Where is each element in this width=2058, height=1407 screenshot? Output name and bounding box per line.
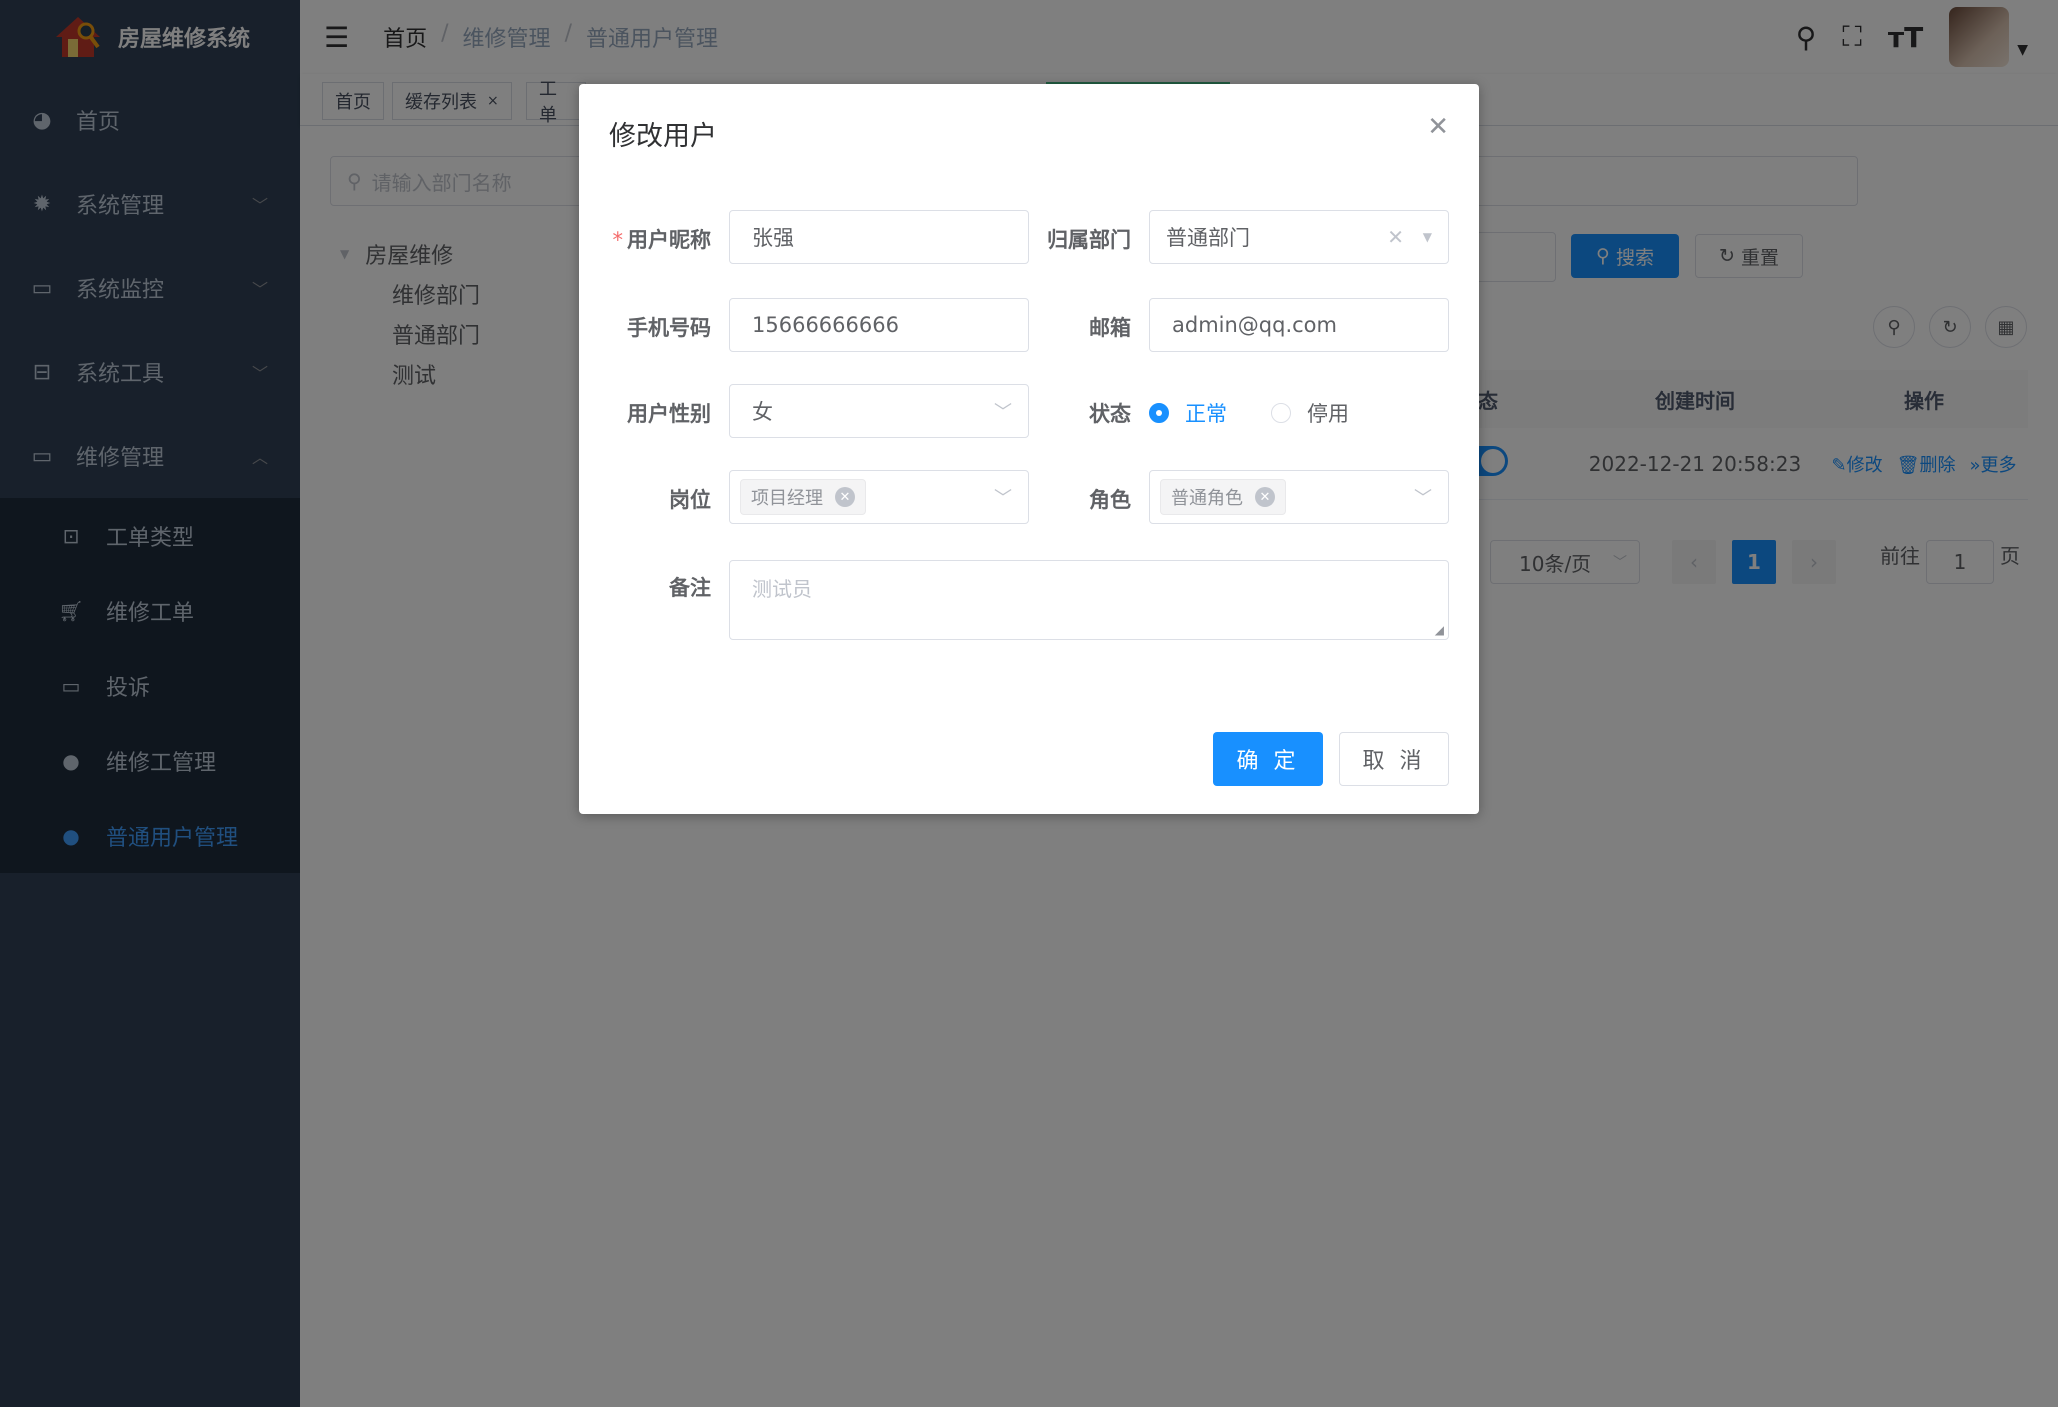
chevron-down-icon: ﹀ bbox=[1414, 488, 1432, 509]
remark-label: 备注 bbox=[669, 576, 711, 600]
tag-close-icon[interactable]: ✕ bbox=[835, 487, 855, 507]
nickname-value: 张强 bbox=[752, 226, 794, 250]
post-label: 岗位 bbox=[669, 488, 711, 512]
dept-label: 归属部门 bbox=[1047, 228, 1131, 252]
confirm-button[interactable]: 确 定 bbox=[1213, 732, 1323, 786]
nickname-label-text: 用户昵称 bbox=[627, 228, 711, 252]
required-marker: * bbox=[612, 228, 624, 252]
close-icon[interactable]: ✕ bbox=[1427, 112, 1449, 142]
email-input[interactable]: admin@qq.com bbox=[1149, 298, 1449, 352]
radio-label: 正常 bbox=[1185, 402, 1227, 426]
gender-label: 用户性别 bbox=[627, 402, 711, 426]
tag-label: 项目经理 bbox=[751, 488, 823, 509]
radio-dot bbox=[1149, 403, 1169, 423]
phone-value: 15666666666 bbox=[752, 313, 899, 337]
remark-textarea[interactable]: 测试员 ◢ bbox=[729, 560, 1449, 640]
tag-label: 普通角色 bbox=[1171, 488, 1243, 509]
edit-user-dialog: 修改用户 ✕ * 用户昵称 张强 归属部门 普通部门 ✕ ▼ 手机号码 15666… bbox=[579, 84, 1479, 814]
gender-select[interactable]: 女 ﹀ bbox=[729, 384, 1029, 438]
caret-down-icon: ▼ bbox=[1422, 230, 1432, 244]
email-label: 邮箱 bbox=[1089, 316, 1131, 340]
nickname-label: * 用户昵称 bbox=[581, 224, 712, 254]
tag-close-icon[interactable]: ✕ bbox=[1255, 487, 1275, 507]
remark-placeholder: 测试员 bbox=[752, 577, 812, 601]
gender-value: 女 bbox=[752, 400, 773, 424]
clear-icon[interactable]: ✕ bbox=[1387, 225, 1404, 249]
role-label: 角色 bbox=[1089, 488, 1131, 512]
radio-dot bbox=[1271, 403, 1291, 423]
post-select[interactable]: 项目经理 ✕ ﹀ bbox=[729, 470, 1029, 524]
email-value: admin@qq.com bbox=[1172, 313, 1337, 337]
selected-tag: 普通角色 ✕ bbox=[1160, 479, 1286, 515]
resize-handle-icon[interactable]: ◢ bbox=[1435, 623, 1444, 637]
dept-select[interactable]: 普通部门 ✕ ▼ bbox=[1149, 210, 1449, 264]
dept-value: 普通部门 bbox=[1166, 226, 1250, 250]
cancel-button[interactable]: 取 消 bbox=[1339, 732, 1449, 786]
status-label: 状态 bbox=[1089, 402, 1131, 426]
radio-label: 停用 bbox=[1307, 402, 1349, 426]
phone-input[interactable]: 15666666666 bbox=[729, 298, 1029, 352]
dialog-title: 修改用户 bbox=[609, 121, 717, 152]
status-radio-disabled[interactable]: 停用 bbox=[1271, 398, 1349, 428]
status-radio-normal[interactable]: 正常 bbox=[1149, 398, 1227, 428]
nickname-input[interactable]: 张强 bbox=[729, 210, 1029, 264]
role-select[interactable]: 普通角色 ✕ ﹀ bbox=[1149, 470, 1449, 524]
phone-label: 手机号码 bbox=[627, 316, 711, 340]
selected-tag: 项目经理 ✕ bbox=[740, 479, 866, 515]
